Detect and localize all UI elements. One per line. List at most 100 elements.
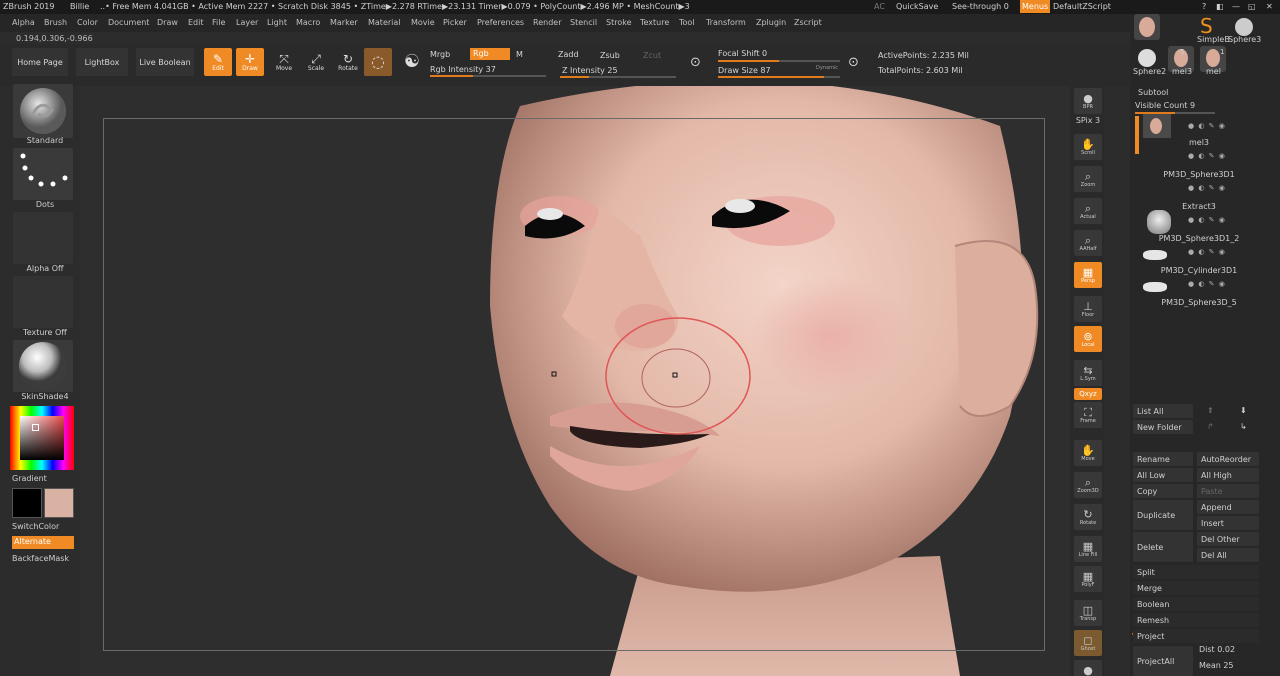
aahalf-button[interactable]: ⌕ AAHalf — [1074, 230, 1102, 256]
s-toggle-icon[interactable]: ⊙ — [690, 55, 701, 70]
scroll-button[interactable]: ✋ Scroll — [1074, 134, 1102, 160]
menu-edit[interactable]: Edit — [188, 18, 204, 27]
menu-light[interactable]: Light — [267, 18, 287, 27]
insert-button[interactable]: Insert — [1197, 516, 1259, 530]
copy-button[interactable]: Copy — [1133, 484, 1193, 498]
subtool-row[interactable]: PM3D_Sphere3D1_2 — [1137, 234, 1261, 243]
alpha-thumbnail[interactable] — [13, 212, 73, 264]
focal-shift-slider[interactable] — [718, 60, 840, 62]
list-all-button[interactable]: List All — [1133, 404, 1193, 418]
actual-button[interactable]: ⌕ Actual — [1074, 198, 1102, 224]
subtool-visibility-icon[interactable]: ● ◐ ✎ ◉ — [1188, 122, 1226, 130]
material-thumbnail[interactable] — [13, 340, 73, 392]
menu-render[interactable]: Render — [533, 18, 561, 27]
duplicate-button[interactable]: Duplicate — [1133, 500, 1193, 530]
lightbox-button[interactable]: LightBox — [76, 48, 128, 76]
new-folder-button[interactable]: New Folder — [1133, 420, 1193, 434]
restore-icon[interactable]: ◱ — [1248, 2, 1256, 11]
subtool-visibility-icon[interactable]: ● ◐ ✎ ◉ — [1188, 184, 1226, 192]
del-other-button[interactable]: Del Other — [1197, 532, 1259, 546]
secondary-color-swatch[interactable] — [44, 488, 74, 518]
subtool-row[interactable]: PM3D_Cylinder3D1 — [1137, 266, 1261, 275]
floor-button[interactable]: ⊥ Floor — [1074, 296, 1102, 322]
live-boolean-button[interactable]: Live Boolean — [136, 48, 194, 76]
quicksave-button[interactable]: QuickSave — [896, 2, 938, 11]
menu-draw[interactable]: Draw — [157, 18, 178, 27]
menu-layer[interactable]: Layer — [236, 18, 258, 27]
scale-mode-button[interactable]: ⤢ Scale — [302, 48, 330, 76]
merge-section[interactable]: Merge — [1133, 581, 1259, 595]
all-high-button[interactable]: All High — [1197, 468, 1259, 482]
arrow-down-icon[interactable]: ⬇ — [1240, 406, 1247, 415]
subtool-visibility-icon[interactable]: ● ◐ ✎ ◉ — [1188, 152, 1226, 160]
menu-zplugin[interactable]: Zplugin — [756, 18, 786, 27]
project-section[interactable]: Project — [1133, 629, 1259, 643]
split-section[interactable]: Split — [1133, 565, 1259, 579]
draw-size-slider[interactable] — [718, 76, 840, 78]
autoreorder-button[interactable]: AutoReorder — [1197, 452, 1259, 466]
transp-button[interactable]: ◫ Transp — [1074, 600, 1102, 626]
gyro-button[interactable]: ☯ — [398, 48, 426, 76]
all-low-button[interactable]: All Low — [1133, 468, 1193, 482]
menu-tool[interactable]: Tool — [679, 18, 695, 27]
subtool-thumb-mel3[interactable] — [1143, 114, 1171, 138]
close-icon[interactable]: ✕ — [1266, 2, 1273, 11]
menu-transform[interactable]: Transform — [706, 18, 746, 27]
zsub-button[interactable]: Zsub — [600, 51, 620, 60]
menus-toggle[interactable]: Menus — [1020, 0, 1051, 13]
arrow-up-icon[interactable]: ⬆ — [1207, 406, 1214, 415]
z-intensity-slider[interactable] — [560, 76, 676, 78]
ghost-button[interactable]: ◻ Ghost — [1074, 630, 1102, 656]
zoom-button[interactable]: ⌕ Zoom — [1074, 166, 1102, 192]
local-button[interactable]: ⊚ Local — [1074, 326, 1102, 352]
subtool-visibility-icon[interactable]: ● ◐ ✎ ◉ — [1188, 216, 1226, 224]
m-button[interactable]: M — [516, 50, 523, 59]
zadd-button[interactable]: Zadd — [558, 50, 579, 59]
dynamic-button[interactable]: ●Dynamic — [1074, 660, 1102, 676]
zcut-button[interactable]: Zcut — [643, 51, 661, 60]
polyf-button[interactable]: ▦ PolyF — [1074, 566, 1102, 592]
menu-movie[interactable]: Movie — [411, 18, 435, 27]
lsym-button[interactable]: ⇆ L.Sym — [1074, 360, 1102, 386]
subtool-title[interactable]: Subtool — [1138, 88, 1168, 97]
see-through-slider[interactable]: See-through 0 — [952, 2, 1009, 11]
dist-slider[interactable]: Dist 0.02 — [1199, 645, 1235, 654]
menu-material[interactable]: Material — [368, 18, 401, 27]
rename-button[interactable]: Rename — [1133, 452, 1193, 466]
menu-macro[interactable]: Macro — [296, 18, 320, 27]
saturation-square[interactable] — [20, 416, 64, 460]
persp-button[interactable]: ▦ Persp — [1074, 262, 1102, 288]
home-page-button[interactable]: Home Page — [12, 48, 68, 76]
d-toggle-icon[interactable]: ⊙ — [848, 55, 859, 70]
menu-document[interactable]: Document — [108, 18, 149, 27]
draw-mode-button[interactable]: ✛ Draw — [236, 48, 264, 76]
move-mode-button[interactable]: ⤧ Move — [270, 48, 298, 76]
backfacemask-toggle[interactable]: BackfaceMask — [0, 554, 69, 563]
subtool-visibility-icon[interactable]: ● ◐ ✎ ◉ — [1188, 280, 1226, 288]
subtool-visibility-icon[interactable]: ● ◐ ✎ ◉ — [1188, 248, 1226, 256]
color-picker[interactable] — [10, 406, 74, 470]
spix-button[interactable]: SPix 3 — [1074, 114, 1102, 126]
menu-texture[interactable]: Texture — [640, 18, 669, 27]
del-all-button[interactable]: Del All — [1197, 548, 1259, 562]
frame-button[interactable]: ⛶ Frame — [1074, 402, 1102, 428]
boolean-section[interactable]: Boolean — [1133, 597, 1259, 611]
subtool-row[interactable]: PM3D_Sphere3D1 — [1137, 170, 1261, 179]
menu-file[interactable]: File — [212, 18, 225, 27]
append-button[interactable]: Append — [1197, 500, 1259, 514]
move-up-icon[interactable]: ↱ — [1207, 422, 1214, 431]
menu-color[interactable]: Color — [77, 18, 98, 27]
subtool-row[interactable]: PM3D_Sphere3D_5 — [1137, 298, 1261, 307]
layout-icon[interactable]: ◧ — [1216, 2, 1224, 11]
main-color-swatch[interactable] — [12, 488, 42, 518]
move-button[interactable]: ✋ Move — [1074, 440, 1102, 466]
texture-thumbnail[interactable] — [13, 276, 73, 328]
menu-marker[interactable]: Marker — [330, 18, 358, 27]
tool-thumb-head[interactable] — [1134, 14, 1160, 40]
gradient-toggle[interactable]: Gradient — [0, 474, 62, 483]
alternate-toggle[interactable]: Alternate — [12, 536, 74, 549]
xyz-button[interactable]: Qxyz — [1074, 388, 1102, 400]
menu-picker[interactable]: Picker — [443, 18, 467, 27]
rotate-button[interactable]: ↻ Rotate — [1074, 504, 1102, 530]
menu-brush[interactable]: Brush — [44, 18, 67, 27]
